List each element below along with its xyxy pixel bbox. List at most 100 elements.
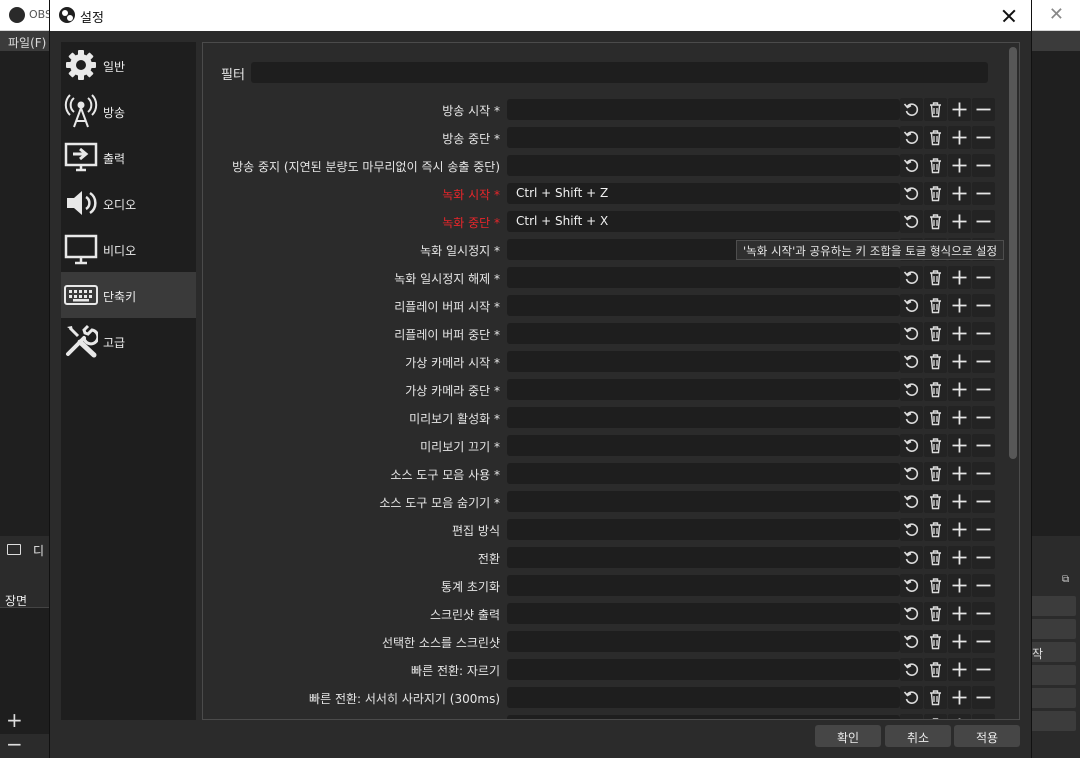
revert-button[interactable] bbox=[900, 182, 923, 205]
hotkey-input[interactable] bbox=[507, 519, 900, 540]
add-button[interactable] bbox=[948, 294, 971, 317]
add-button[interactable] bbox=[948, 602, 971, 625]
revert-button[interactable] bbox=[900, 686, 923, 709]
close-icon[interactable] bbox=[985, 0, 1031, 31]
delete-button[interactable] bbox=[924, 406, 947, 429]
add-button[interactable] bbox=[948, 350, 971, 373]
add-button[interactable] bbox=[948, 546, 971, 569]
sidebar-item-audio[interactable]: 오디오 bbox=[61, 180, 196, 226]
scene-add-remove-buttons[interactable]: + − bbox=[6, 708, 52, 756]
add-button[interactable] bbox=[948, 210, 971, 233]
sidebar-item-general[interactable]: 일반 bbox=[61, 42, 196, 88]
revert-button[interactable] bbox=[900, 630, 923, 653]
hotkey-input[interactable] bbox=[507, 659, 900, 680]
delete-button[interactable] bbox=[924, 518, 947, 541]
sidebar-item-video[interactable]: 비디오 bbox=[61, 226, 196, 272]
revert-button[interactable] bbox=[900, 294, 923, 317]
hotkey-input[interactable] bbox=[507, 715, 900, 719]
sidebar-item-hotkeys[interactable]: 단축키 bbox=[61, 272, 196, 318]
filter-input[interactable] bbox=[251, 62, 988, 83]
revert-button[interactable] bbox=[900, 574, 923, 597]
delete-button[interactable] bbox=[924, 434, 947, 457]
revert-button[interactable] bbox=[900, 602, 923, 625]
delete-button[interactable] bbox=[924, 546, 947, 569]
add-button[interactable] bbox=[948, 434, 971, 457]
controls-button[interactable] bbox=[1030, 596, 1076, 616]
add-button[interactable] bbox=[948, 462, 971, 485]
revert-button[interactable] bbox=[900, 126, 923, 149]
hotkey-input[interactable] bbox=[507, 295, 900, 316]
controls-button[interactable] bbox=[1030, 665, 1076, 685]
hotkey-input[interactable] bbox=[507, 435, 900, 456]
sidebar-item-stream[interactable]: 방송 bbox=[61, 88, 196, 134]
delete-button[interactable] bbox=[924, 658, 947, 681]
add-button[interactable] bbox=[948, 406, 971, 429]
revert-button[interactable] bbox=[900, 266, 923, 289]
hotkey-input[interactable] bbox=[507, 491, 900, 512]
remove-button[interactable] bbox=[972, 126, 995, 149]
add-button[interactable] bbox=[948, 630, 971, 653]
hotkey-input[interactable] bbox=[507, 155, 900, 176]
remove-button[interactable] bbox=[972, 406, 995, 429]
remove-button[interactable] bbox=[972, 714, 995, 719]
revert-button[interactable] bbox=[900, 350, 923, 373]
hotkey-input[interactable] bbox=[507, 463, 900, 484]
hotkey-input[interactable] bbox=[507, 351, 900, 372]
remove-button[interactable] bbox=[972, 462, 995, 485]
delete-button[interactable] bbox=[924, 714, 947, 719]
add-button[interactable] bbox=[948, 378, 971, 401]
remove-button[interactable] bbox=[972, 546, 995, 569]
hotkey-input[interactable]: Ctrl + Shift + X bbox=[507, 211, 900, 232]
cancel-button[interactable]: 취소 bbox=[885, 725, 951, 747]
hotkey-input[interactable] bbox=[507, 687, 900, 708]
remove-button[interactable] bbox=[972, 182, 995, 205]
add-button[interactable] bbox=[948, 658, 971, 681]
delete-button[interactable] bbox=[924, 462, 947, 485]
revert-button[interactable] bbox=[900, 546, 923, 569]
add-button[interactable] bbox=[948, 714, 971, 719]
delete-button[interactable] bbox=[924, 182, 947, 205]
menu-file[interactable]: 파일(F) bbox=[8, 34, 46, 51]
delete-button[interactable] bbox=[924, 154, 947, 177]
add-button[interactable] bbox=[948, 126, 971, 149]
revert-button[interactable] bbox=[900, 210, 923, 233]
revert-button[interactable] bbox=[900, 406, 923, 429]
remove-button[interactable] bbox=[972, 602, 995, 625]
controls-button[interactable] bbox=[1030, 711, 1076, 731]
delete-button[interactable] bbox=[924, 98, 947, 121]
delete-button[interactable] bbox=[924, 686, 947, 709]
remove-button[interactable] bbox=[972, 350, 995, 373]
controls-button[interactable] bbox=[1030, 688, 1076, 708]
revert-button[interactable] bbox=[900, 658, 923, 681]
revert-button[interactable] bbox=[900, 322, 923, 345]
add-button[interactable] bbox=[948, 490, 971, 513]
ok-button[interactable]: 확인 bbox=[815, 725, 881, 747]
delete-button[interactable] bbox=[924, 294, 947, 317]
delete-button[interactable] bbox=[924, 126, 947, 149]
revert-button[interactable] bbox=[900, 462, 923, 485]
revert-button[interactable] bbox=[900, 490, 923, 513]
add-button[interactable] bbox=[948, 182, 971, 205]
hotkey-input[interactable] bbox=[507, 323, 900, 344]
controls-button[interactable] bbox=[1030, 619, 1076, 639]
revert-button[interactable] bbox=[900, 378, 923, 401]
add-button[interactable] bbox=[948, 322, 971, 345]
remove-button[interactable] bbox=[972, 490, 995, 513]
remove-button[interactable] bbox=[972, 294, 995, 317]
add-button[interactable] bbox=[948, 518, 971, 541]
revert-button[interactable] bbox=[900, 98, 923, 121]
delete-button[interactable] bbox=[924, 322, 947, 345]
sidebar-item-output[interactable]: 출력 bbox=[61, 134, 196, 180]
apply-button[interactable]: 적용 bbox=[954, 725, 1020, 747]
add-button[interactable] bbox=[948, 574, 971, 597]
remove-button[interactable] bbox=[972, 518, 995, 541]
add-button[interactable] bbox=[948, 686, 971, 709]
dock-float-icon[interactable]: ⧉ bbox=[1062, 574, 1069, 585]
remove-button[interactable] bbox=[972, 98, 995, 121]
add-button[interactable] bbox=[948, 154, 971, 177]
add-button[interactable] bbox=[948, 98, 971, 121]
revert-button[interactable] bbox=[900, 434, 923, 457]
main-window-close-button[interactable]: ✕ bbox=[1049, 4, 1064, 25]
revert-button[interactable] bbox=[900, 154, 923, 177]
hotkey-input[interactable] bbox=[507, 127, 900, 148]
